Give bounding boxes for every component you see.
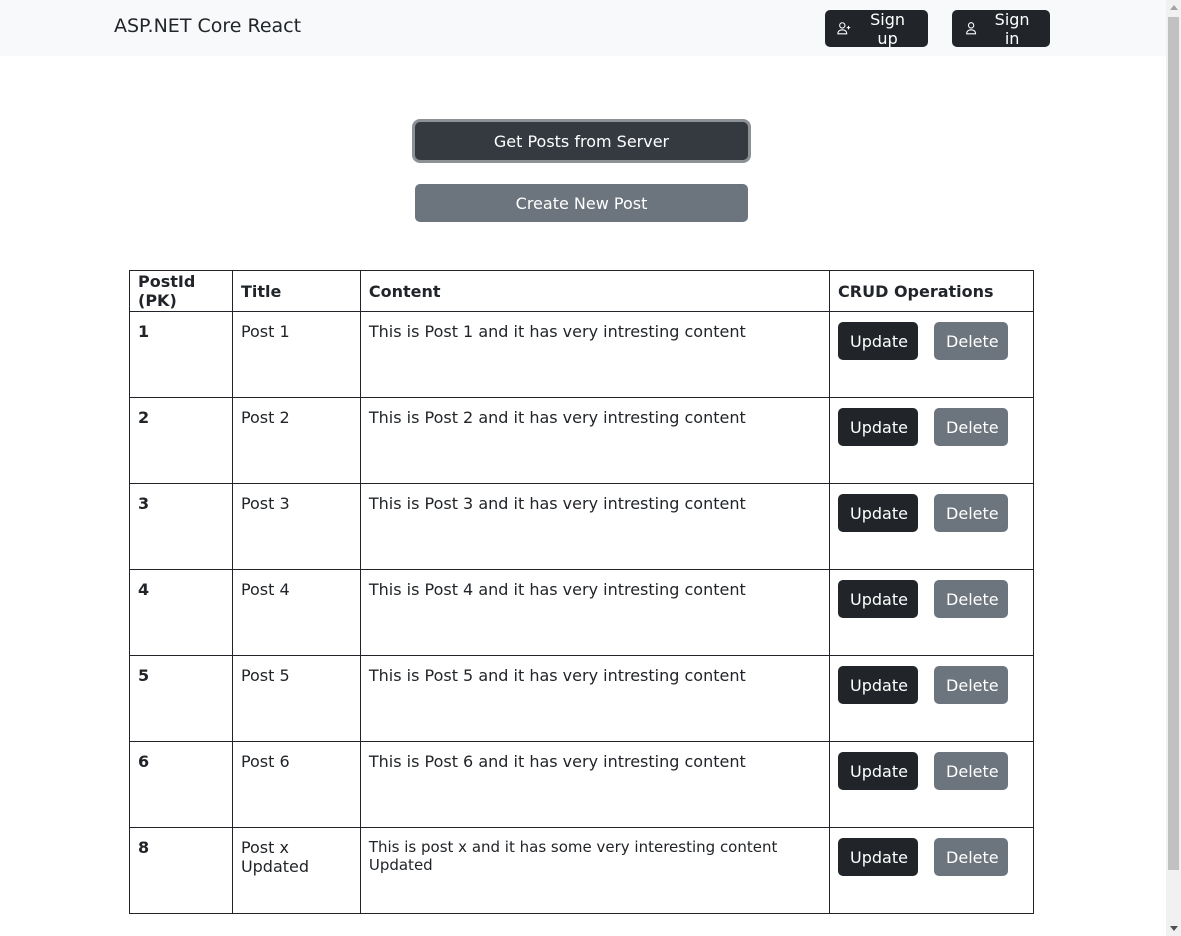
table-row: 5 Post 5 This is Post 5 and it has very … [129, 655, 1034, 742]
post-id: 3 [129, 483, 233, 570]
header-content: Content [359, 270, 831, 312]
posts-table: PostId (PK) Title Content CRUD Operation… [129, 270, 1034, 914]
post-content: This is Post 6 and it has very intrestin… [359, 741, 831, 828]
post-content: This is Post 3 and it has very intrestin… [359, 483, 831, 570]
delete-button[interactable]: Delete [934, 494, 1009, 532]
sign-in-button[interactable]: Sign in [952, 9, 1050, 48]
scroll-up-arrow-icon[interactable] [1170, 5, 1178, 10]
delete-button[interactable]: Delete [934, 408, 1009, 446]
post-title: Post x Updated [231, 827, 361, 914]
crud-cell: Update Delete [829, 569, 1034, 656]
post-id: 6 [129, 741, 233, 828]
post-id: 4 [129, 569, 233, 656]
sign-up-label: Sign up [870, 9, 906, 48]
brand-title[interactable]: ASP.NET Core React [114, 15, 301, 37]
post-content: This is Post 4 and it has very intrestin… [359, 569, 831, 656]
post-title: Post 5 [231, 655, 361, 742]
post-title: Post 3 [231, 483, 361, 570]
table-row: 8 Post x Updated This is post x and it h… [129, 827, 1034, 914]
crud-cell: Update Delete [829, 311, 1034, 398]
scrollbar-thumb[interactable] [1168, 17, 1179, 870]
header-title: Title [231, 270, 361, 312]
post-content: This is Post 5 and it has very intrestin… [359, 655, 831, 742]
header-postid: PostId (PK) [129, 270, 233, 312]
post-title: Post 1 [231, 311, 361, 398]
delete-button[interactable]: Delete [934, 580, 1009, 618]
update-button[interactable]: Update [838, 408, 919, 446]
create-post-button[interactable]: Create New Post [415, 184, 748, 222]
sign-up-button[interactable]: Sign up [825, 9, 928, 48]
table-row: 2 Post 2 This is Post 2 and it has very … [129, 397, 1034, 484]
table-row: 3 Post 3 This is Post 3 and it has very … [129, 483, 1034, 570]
vertical-scrollbar[interactable] [1166, 0, 1181, 936]
delete-button[interactable]: Delete [934, 838, 1009, 876]
post-title: Post 6 [231, 741, 361, 828]
crud-cell: Update Delete [829, 741, 1034, 828]
post-id: 1 [129, 311, 233, 398]
person-icon [966, 22, 977, 35]
update-button[interactable]: Update [838, 580, 919, 618]
table-row: 6 Post 6 This is Post 6 and it has very … [129, 741, 1034, 828]
post-content: This is post x and it has some very inte… [359, 827, 831, 914]
update-button[interactable]: Update [838, 666, 919, 704]
crud-cell: Update Delete [829, 397, 1034, 484]
post-id: 5 [129, 655, 233, 742]
table-header-row: PostId (PK) Title Content CRUD Operation… [129, 270, 1034, 312]
update-button[interactable]: Update [838, 494, 919, 532]
crud-cell: Update Delete [829, 483, 1034, 570]
update-button[interactable]: Update [838, 752, 919, 790]
post-title: Post 2 [231, 397, 361, 484]
update-button[interactable]: Update [838, 322, 919, 360]
table-row: 1 Post 1 This is Post 1 and it has very … [129, 311, 1034, 398]
scroll-down-arrow-icon[interactable] [1170, 926, 1178, 931]
sign-in-label: Sign in [994, 9, 1030, 48]
post-id: 8 [129, 827, 233, 914]
person-plus-icon [837, 22, 851, 35]
navbar: ASP.NET Core React Sign up Sign in [0, 0, 1166, 56]
post-content: This is Post 2 and it has very intrestin… [359, 397, 831, 484]
post-id: 2 [129, 397, 233, 484]
delete-button[interactable]: Delete [934, 322, 1009, 360]
header-crud: CRUD Operations [829, 270, 1034, 312]
table-row: 4 Post 4 This is Post 4 and it has very … [129, 569, 1034, 656]
update-button[interactable]: Update [838, 838, 919, 876]
crud-cell: Update Delete [829, 827, 1034, 914]
delete-button[interactable]: Delete [934, 752, 1009, 790]
delete-button[interactable]: Delete [934, 666, 1009, 704]
crud-cell: Update Delete [829, 655, 1034, 742]
post-content: This is Post 1 and it has very intrestin… [359, 311, 831, 398]
post-title: Post 4 [231, 569, 361, 656]
get-posts-button[interactable]: Get Posts from Server [415, 122, 748, 160]
